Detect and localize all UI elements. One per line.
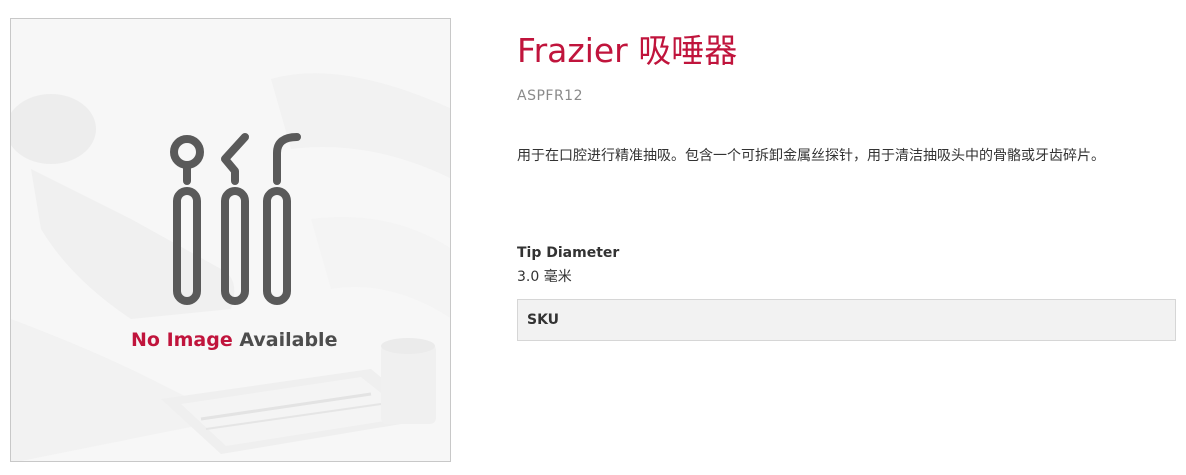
product-title: Frazier 吸唾器 bbox=[517, 31, 738, 70]
no-image-caption: No Image Available bbox=[11, 329, 450, 351]
tip-diameter-label: Tip Diameter bbox=[517, 245, 620, 261]
available-label: Available bbox=[239, 329, 338, 351]
product-code: ASPFR12 bbox=[517, 88, 584, 104]
sku-row[interactable]: SKU bbox=[517, 299, 1176, 341]
product-description: 用于在口腔进行精准抽吸。包含一个可拆卸金属丝探针，用于清洁抽吸头中的骨骼或牙齿碎… bbox=[517, 148, 1105, 164]
tip-diameter-value: 3.0 毫米 bbox=[517, 269, 572, 285]
sku-label: SKU bbox=[527, 312, 560, 328]
product-image: No Image Available bbox=[10, 18, 451, 462]
no-image-label: No Image bbox=[131, 329, 233, 351]
dental-tools-icon bbox=[170, 133, 301, 305]
